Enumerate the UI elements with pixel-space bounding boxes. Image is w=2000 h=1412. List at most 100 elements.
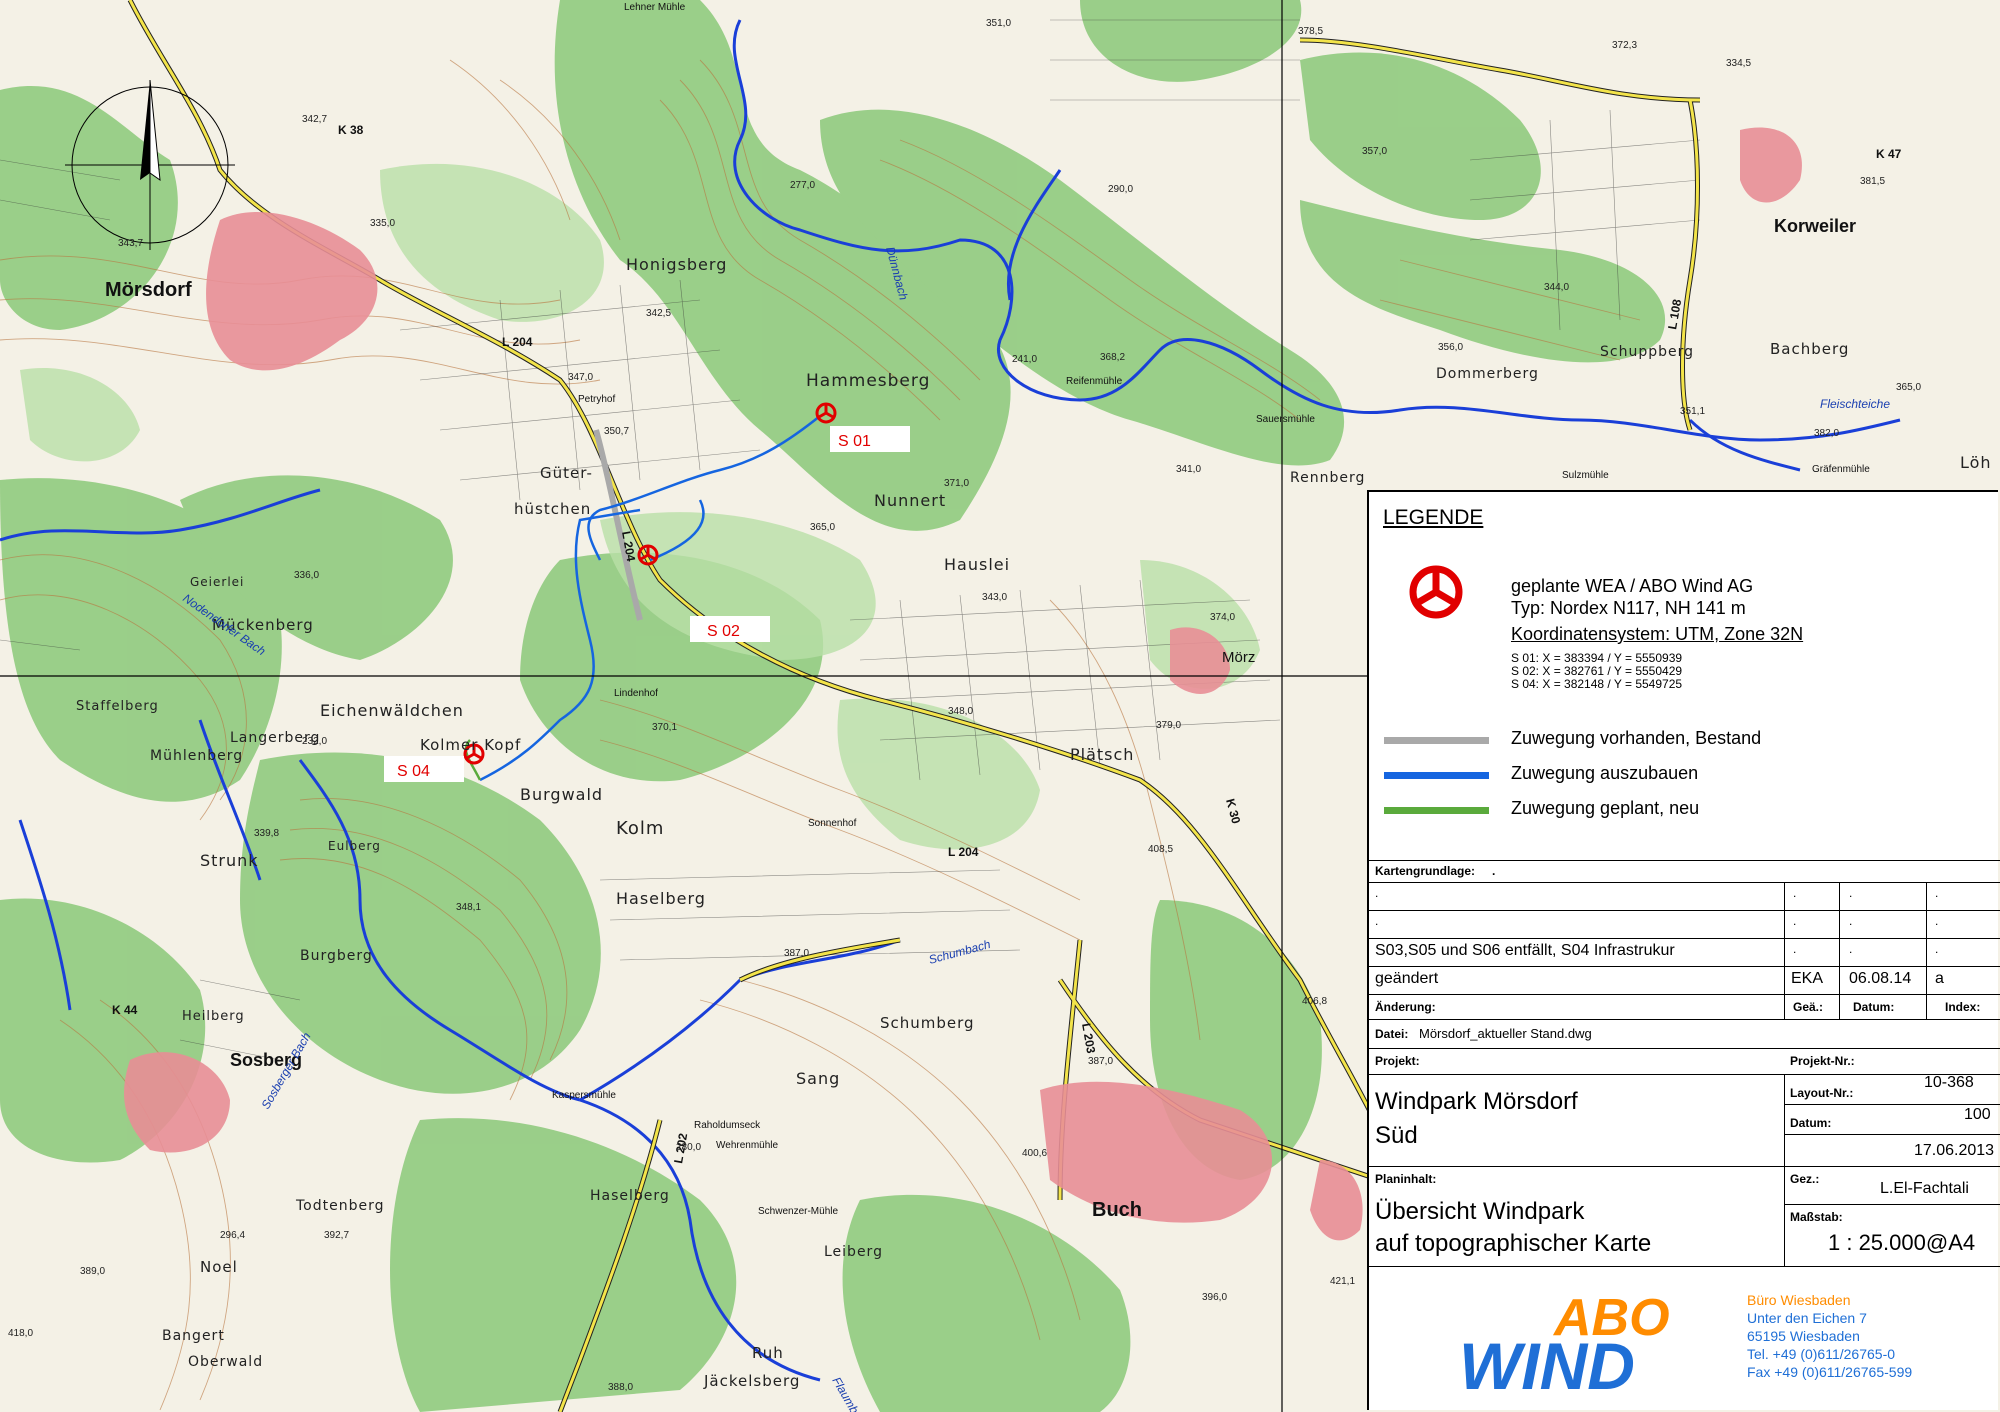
legend-coord-system: Koordinatensystem: UTM, Zone 32N [1511,624,1804,644]
elevation-label: 334,5 [1726,58,1751,69]
elevation-label: 368,2 [1100,352,1125,363]
divider [1369,994,2000,995]
projekt-line2: Süd [1375,1122,1418,1149]
divider [1369,882,2000,883]
road-k38: K 38 [338,123,364,137]
divider [1784,1104,2000,1105]
divider [1784,1134,2000,1135]
farm-lindenhof: Lindenhof [614,688,658,699]
projekt-nr-label: Projekt-Nr.: [1790,1054,1855,1068]
place-loeh: Löh [1960,453,1992,472]
elevation-label: 296,4 [220,1230,245,1241]
place-rennberg: Rennberg [1290,470,1365,486]
farm-reifenmuehle: Reifenmühle [1066,376,1123,387]
place-muehlenberg: Mühlenberg [150,748,243,764]
elevation-label: 381,5 [1860,176,1885,187]
revision-row-1-text: . [1375,886,1379,900]
divider [1369,860,2000,861]
kartengrundlage-value: . [1492,864,1496,878]
company-street: Unter den Eichen 7 [1747,1310,1867,1326]
datum2-value: 17.06.2013 [1914,1142,1995,1159]
place-heilberg: Heilberg [182,1009,245,1024]
elevation-label: 408,5 [1148,844,1173,855]
farm-sulzmuehle: Sulzmühle [1562,470,1609,481]
elevation-label: 348,1 [456,902,481,913]
divider [1784,1074,1785,1266]
company-fax: Fax +49 (0)611/26765-599 [1747,1364,1913,1380]
legend-wea-label: geplante WEA / ABO Wind AG [1511,576,1754,596]
kartengrundlage-label: Kartengrundlage: [1375,864,1476,878]
elevation-label: 388,0 [608,1382,633,1393]
place-jaeckelsberg: Jäckelsberg [703,1372,800,1390]
place-ruh: Ruh [752,1344,784,1362]
revision-row-3-index: . [1935,942,1939,956]
place-gueter: Güter- [540,464,593,482]
revision-row-4-datum: 06.08.14 [1849,970,1912,987]
farm-schwenzer-muehle: Schwenzer-Mühle [758,1206,838,1217]
elevation-label: 365,0 [810,522,835,533]
divider [1369,1048,2000,1049]
elevation-label: 339,8 [254,828,279,839]
elevation-label: 357,0 [1362,146,1387,157]
elevation-label: 351,1 [1680,406,1705,417]
place-eulberg: Eulberg [328,839,381,853]
place-staffelberg: Staffelberg [76,699,159,714]
divider [1839,882,1840,1019]
divider [1369,938,2000,939]
place-burgberg: Burgberg [300,948,373,964]
road-l204-c: L 204 [948,845,979,859]
company-tel: Tel. +49 (0)611/26765-0 [1747,1346,1896,1362]
place-hauslei: Hauslei [944,555,1010,574]
elevation-label: 232,0 [302,736,327,747]
divider [1784,1204,2000,1205]
elevation-label: 350,7 [604,426,629,437]
elevation-label: 389,0 [80,1266,105,1277]
road-k44: K 44 [112,1003,138,1017]
planinhalt-line2: auf topographischer Karte [1375,1230,1652,1257]
elevation-label: 406,8 [1302,996,1327,1007]
datei-value: Mörsdorf_aktueller Stand.dwg [1419,1026,1592,1041]
abo-wind-logo: ABO WIND [1459,1289,1670,1397]
legend-line-new-label: Zuwegung geplant, neu [1511,798,1700,818]
place-burgwald: Burgwald [520,785,603,804]
elevation-label: 342,5 [646,308,671,319]
place-haselberg-south: Haselberg [590,1188,670,1204]
company-office: Büro Wiesbaden [1747,1292,1851,1308]
layout-nr-label: Layout-Nr.: [1790,1086,1854,1100]
massstab-label: Maßstab: [1790,1210,1843,1224]
elevation-label: 374,0 [1210,612,1235,623]
elevation-label: 400,6 [1022,1148,1047,1159]
farm-lehner-muehle: Lehner Mühle [624,2,686,13]
site-label-s02: S 02 [707,623,740,640]
revision-row-1-gez: . [1793,886,1797,900]
layout-nr-value: 100 [1964,1106,1991,1123]
divider [1926,882,1927,1019]
elevation-label: 372,3 [1612,40,1637,51]
legend-line-upgrade [1384,772,1489,779]
farm-wehrenmuehle: Wehrenmühle [716,1140,779,1151]
farm-sauersmuehle: Sauersmühle [1256,414,1315,425]
elevation-label: 344,0 [1544,282,1569,293]
place-geierlei: Geierlei [190,575,244,589]
elevation-label: 418,0 [8,1328,33,1339]
place-sang: Sang [796,1069,840,1088]
place-kolm: Kolm [616,818,664,839]
turbine-symbol-icon [1409,565,1463,619]
gez2-label: Gez.: [1790,1172,1820,1186]
elevation-label: 370,1 [652,722,677,733]
place-schuppberg: Schuppberg [1600,344,1694,360]
projekt-label: Projekt: [1375,1054,1420,1068]
legend-line-existing-label: Zuwegung vorhanden, Bestand [1511,728,1762,748]
projekt-line1: Windpark Mörsdorf [1375,1088,1578,1115]
place-leiberg: Leiberg [824,1244,883,1260]
farm-graefenmuehle: Gräfenmühle [1812,464,1870,475]
place-eichenwaeldchen: Eichenwäldchen [320,701,464,720]
elevation-label: 347,0 [568,372,593,383]
place-haselberg: Haselberg [616,889,706,908]
planinhalt-line1: Übersicht Windpark [1375,1198,1585,1225]
datum2-label: Datum: [1790,1116,1832,1130]
elevation-label: 343,0 [982,592,1007,603]
elevation-label: 387,0 [784,948,809,959]
projekt-nr-value: 10-368 [1924,1074,1974,1091]
divider [1369,1019,2000,1020]
